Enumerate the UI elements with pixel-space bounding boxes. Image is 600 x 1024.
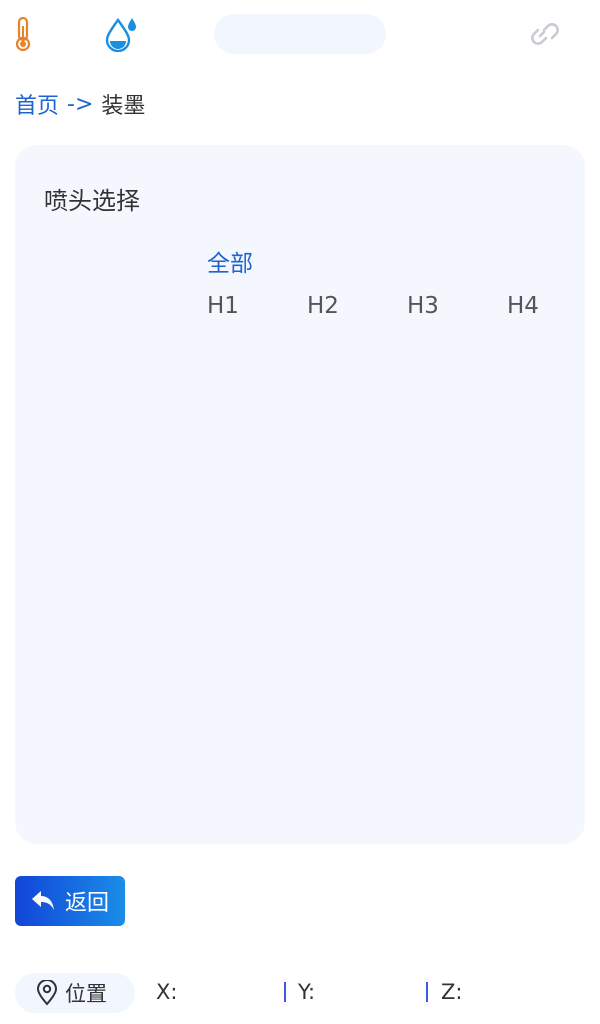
x-coordinate-label: X: [156, 980, 178, 1004]
position-bar: 位置 X: Y: Z: [0, 970, 600, 1016]
nozzle-option-h1[interactable]: H1 [207, 293, 239, 319]
status-pill [214, 14, 386, 54]
nozzle-select-card: 喷头选择 全部 H1 H2 H3 H4 [15, 145, 585, 844]
location-pin-icon [35, 979, 59, 1006]
nozzle-option-h3[interactable]: H3 [407, 293, 439, 319]
back-button-label: 返回 [65, 891, 110, 916]
ink-drop-icon[interactable] [104, 16, 138, 53]
breadcrumb-home-link[interactable]: 首页 [15, 88, 59, 120]
coordinate-divider [426, 982, 428, 1002]
back-button[interactable]: 返回 [15, 876, 125, 926]
top-status-bar [0, 0, 600, 70]
position-pill: 位置 [15, 973, 135, 1013]
breadcrumb-current: 装墨 [101, 94, 146, 119]
breadcrumb-separator: -> [67, 91, 94, 117]
thermometer-icon[interactable] [12, 16, 34, 52]
nozzle-option-h2[interactable]: H2 [307, 293, 339, 319]
nozzle-all-option[interactable]: 全部 [207, 244, 253, 278]
link-icon[interactable] [524, 16, 560, 52]
reply-arrow-icon [30, 888, 56, 914]
y-coordinate-label: Y: [298, 980, 316, 1004]
nozzle-option-h4[interactable]: H4 [507, 293, 539, 319]
coordinate-divider [284, 982, 286, 1002]
position-label: 位置 [65, 982, 107, 1006]
z-coordinate-label: Z: [441, 980, 463, 1004]
card-title: 喷头选择 [44, 187, 140, 215]
breadcrumb: 首页 -> 装墨 [15, 88, 145, 120]
